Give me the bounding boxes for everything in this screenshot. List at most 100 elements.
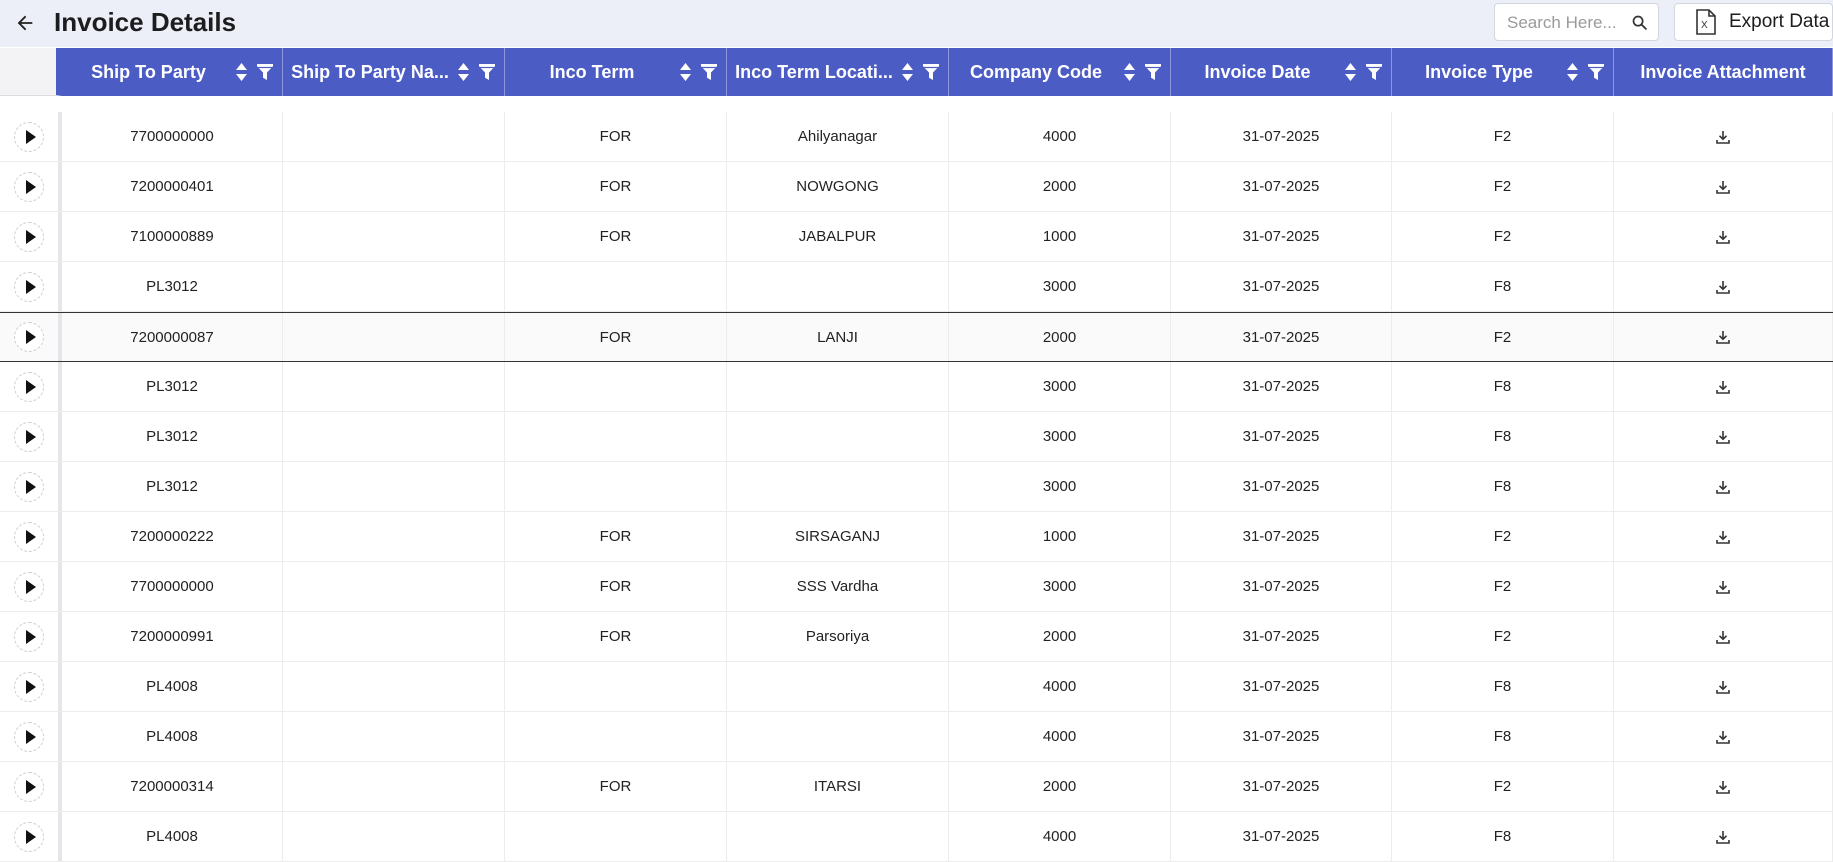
table-row[interactable]: PL4008 4000 31-07-2025 F8 <box>0 812 1833 862</box>
cell-invoice-date: 31-07-2025 <box>1171 462 1392 511</box>
table-row[interactable]: PL4008 4000 31-07-2025 F8 <box>0 712 1833 762</box>
cell-inco-term: FOR <box>505 112 727 161</box>
export-data-button[interactable]: X Export Data <box>1674 3 1833 41</box>
invoice-grid: Ship To Party Ship To Party Na... Inco Ter… <box>0 48 1833 862</box>
download-icon[interactable] <box>1716 380 1730 394</box>
expand-row-button[interactable] <box>14 721 44 752</box>
download-icon[interactable] <box>1716 280 1730 294</box>
expand-row-button[interactable] <box>14 371 44 402</box>
table-row[interactable]: 7200000314 FOR ITARSI 2000 31-07-2025 F2 <box>0 762 1833 812</box>
cell-inco-term-location <box>727 812 949 861</box>
column-header-invoice-attachment[interactable]: Invoice Attachment <box>1614 48 1833 96</box>
cell-invoice-attachment <box>1614 262 1833 311</box>
filter-icon[interactable] <box>1144 63 1162 81</box>
filter-icon[interactable] <box>478 63 496 81</box>
expand-row-button[interactable] <box>14 621 44 652</box>
cell-company-code: 3000 <box>949 462 1171 511</box>
table-row[interactable]: 7700000000 FOR Ahilyanagar 4000 31-07-2025 F2 <box>0 112 1833 162</box>
download-icon[interactable] <box>1716 680 1730 694</box>
cell-ship-to-party: 7200000991 <box>62 612 283 661</box>
table-row[interactable]: 7100000889 FOR JABALPUR 1000 31-07-2025 F2 <box>0 212 1833 262</box>
column-header-inco-term[interactable]: Inco Term <box>505 48 727 96</box>
filter-icon[interactable] <box>1365 63 1383 81</box>
expand-row-button[interactable] <box>14 421 44 452</box>
download-icon[interactable] <box>1716 780 1730 794</box>
expand-row-button[interactable] <box>14 171 44 202</box>
download-icon[interactable] <box>1716 480 1730 494</box>
download-icon[interactable] <box>1716 630 1730 644</box>
cell-ship-to-party: 7100000889 <box>62 212 283 261</box>
sort-icon[interactable] <box>235 62 248 82</box>
svg-text:X: X <box>1701 20 1708 31</box>
cell-ship-to-party-name <box>283 612 505 661</box>
cell-ship-to-party: 7200000401 <box>62 162 283 211</box>
cell-invoice-type: F8 <box>1392 462 1614 511</box>
column-header-actions <box>1344 62 1383 82</box>
expand-row-button[interactable] <box>14 471 44 502</box>
sort-icon[interactable] <box>1344 62 1357 82</box>
filter-icon[interactable] <box>256 63 274 81</box>
column-header-ship-to-party-name[interactable]: Ship To Party Na... <box>283 48 505 96</box>
search-input[interactable] <box>1505 12 1629 34</box>
table-row[interactable]: PL3012 3000 31-07-2025 F8 <box>0 412 1833 462</box>
search-icon[interactable] <box>1631 14 1648 36</box>
expand-row-button[interactable] <box>14 521 44 552</box>
cell-ship-to-party: 7700000000 <box>62 112 283 161</box>
download-icon[interactable] <box>1716 730 1730 744</box>
filter-icon[interactable] <box>1587 63 1605 81</box>
download-icon[interactable] <box>1716 530 1730 544</box>
download-icon[interactable] <box>1716 830 1730 844</box>
table-row[interactable]: PL3012 3000 31-07-2025 F8 <box>0 362 1833 412</box>
cell-invoice-date: 31-07-2025 <box>1171 313 1392 361</box>
download-icon[interactable] <box>1716 230 1730 244</box>
expand-row-button[interactable] <box>14 671 44 702</box>
column-header-invoice-date[interactable]: Invoice Date <box>1171 48 1392 96</box>
column-header-company-code[interactable]: Company Code <box>949 48 1171 96</box>
column-header-label: Inco Term <box>549 61 635 82</box>
expand-row-button[interactable] <box>14 821 44 852</box>
row-expand-cell <box>0 612 62 661</box>
cell-inco-term: FOR <box>505 762 727 811</box>
download-icon[interactable] <box>1716 180 1730 194</box>
filter-icon[interactable] <box>700 63 718 81</box>
table-row[interactable]: PL4008 4000 31-07-2025 F8 <box>0 662 1833 712</box>
cell-inco-term-location <box>727 262 949 311</box>
table-row[interactable]: 7200000991 FOR Parsoriya 2000 31-07-2025 F2 <box>0 612 1833 662</box>
filter-icon[interactable] <box>922 63 940 81</box>
column-header-label: Invoice Type <box>1425 61 1533 82</box>
cell-inco-term: FOR <box>505 212 727 261</box>
expand-row-button[interactable] <box>14 571 44 602</box>
column-header-inco-term-location[interactable]: Inco Term Locati... <box>727 48 949 96</box>
expand-row-button[interactable] <box>14 271 44 302</box>
cell-ship-to-party-name <box>283 412 505 461</box>
column-header-ship-to-party[interactable]: Ship To Party <box>62 48 283 96</box>
sort-icon[interactable] <box>457 62 470 82</box>
cell-ship-to-party-name <box>283 162 505 211</box>
play-icon <box>25 479 37 494</box>
expand-row-button[interactable] <box>14 322 44 352</box>
expand-row-button[interactable] <box>14 221 44 252</box>
sort-icon[interactable] <box>679 62 692 82</box>
cell-invoice-date: 31-07-2025 <box>1171 762 1392 811</box>
cell-inco-term <box>505 262 727 311</box>
table-row[interactable]: 7200000401 FOR NOWGONG 2000 31-07-2025 F2 <box>0 162 1833 212</box>
sort-icon[interactable] <box>1123 62 1136 82</box>
download-icon[interactable] <box>1716 430 1730 444</box>
sort-icon[interactable] <box>901 62 914 82</box>
table-row[interactable]: PL3012 3000 31-07-2025 F8 <box>0 462 1833 512</box>
table-row[interactable]: 7200000087 FOR LANJI 2000 31-07-2025 F2 <box>0 312 1833 362</box>
back-button[interactable] <box>10 8 40 38</box>
table-row[interactable]: 7200000222 FOR SIRSAGANJ 1000 31-07-2025 F2 <box>0 512 1833 562</box>
download-icon[interactable] <box>1716 330 1730 344</box>
cell-ship-to-party: PL4008 <box>62 712 283 761</box>
cell-invoice-type: F2 <box>1392 162 1614 211</box>
table-row[interactable]: 7700000000 FOR SSS Vardha 3000 31-07-2025 F2 <box>0 562 1833 612</box>
sort-icon[interactable] <box>1566 62 1579 82</box>
download-icon[interactable] <box>1716 130 1730 144</box>
expand-row-button[interactable] <box>14 121 44 152</box>
table-row[interactable]: PL3012 3000 31-07-2025 F8 <box>0 262 1833 312</box>
column-header-invoice-type[interactable]: Invoice Type <box>1392 48 1614 96</box>
expand-row-button[interactable] <box>14 771 44 802</box>
row-expand-cell <box>0 112 62 161</box>
download-icon[interactable] <box>1716 580 1730 594</box>
